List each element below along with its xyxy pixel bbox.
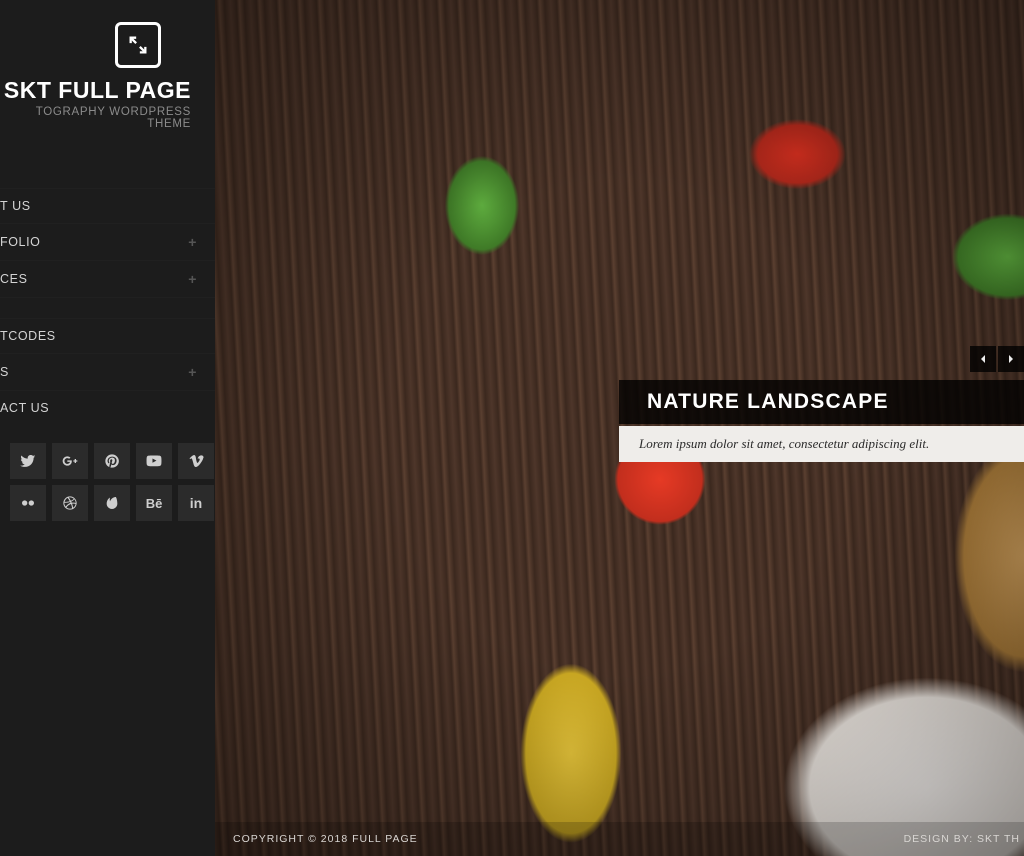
- slide-prev-button[interactable]: [970, 346, 996, 372]
- slide-title: NATURE LANDSCAPE: [619, 380, 1024, 424]
- nav-label: TCODES: [0, 329, 56, 343]
- nav-item-about[interactable]: T US: [0, 188, 215, 223]
- logo-block: SKT FULL PAGE TOGRAPHY WORDPRESS THEME: [0, 0, 215, 148]
- slide-next-button[interactable]: [998, 346, 1024, 372]
- slide-area: NATURE LANDSCAPE Lorem ipsum dolor sit a…: [215, 0, 1024, 856]
- nav-label: T US: [0, 199, 31, 213]
- dribbble-icon[interactable]: [52, 485, 88, 521]
- nav-item-services[interactable]: CES +: [0, 260, 215, 297]
- logo-icon: [115, 22, 161, 68]
- chevron-right-icon: [1006, 354, 1016, 364]
- footer-bar: COPYRIGHT © 2018 FULL PAGE DESIGN BY: SK…: [215, 822, 1024, 856]
- nav-item-shortcodes[interactable]: TCODES: [0, 318, 215, 353]
- site-subtitle: TOGRAPHY WORDPRESS THEME: [0, 106, 191, 130]
- main-nav: T US FOLIO + CES + TCODES S + ACT US: [0, 188, 215, 425]
- expand-icon: +: [188, 271, 197, 287]
- expand-icon: +: [188, 364, 197, 380]
- nav-label: CES: [0, 272, 28, 286]
- linkedin-icon[interactable]: in: [178, 485, 214, 521]
- nav-label: S: [0, 365, 9, 379]
- nav-label: ACT US: [0, 401, 49, 415]
- slide-subtitle: Lorem ipsum dolor sit amet, consectetur …: [619, 426, 1024, 462]
- vimeo-icon[interactable]: [178, 443, 214, 479]
- slide-caption: NATURE LANDSCAPE Lorem ipsum dolor sit a…: [619, 380, 1024, 462]
- google-plus-icon[interactable]: [52, 443, 88, 479]
- slide-nav: [970, 346, 1024, 372]
- sidebar: SKT FULL PAGE TOGRAPHY WORDPRESS THEME T…: [0, 0, 215, 856]
- pinterest-icon[interactable]: [94, 443, 130, 479]
- nav-item-portfolio[interactable]: FOLIO +: [0, 223, 215, 260]
- youtube-icon[interactable]: [136, 443, 172, 479]
- nav-item-blank[interactable]: [0, 297, 215, 318]
- nav-item-contact[interactable]: ACT US: [0, 390, 215, 425]
- footer-design: DESIGN BY: SKT TH: [904, 833, 1020, 845]
- expand-icon: +: [188, 234, 197, 250]
- twitter-icon[interactable]: [10, 443, 46, 479]
- chevron-left-icon: [978, 354, 988, 364]
- footer-copyright: COPYRIGHT © 2018 FULL PAGE: [233, 833, 418, 845]
- social-grid: Bē in: [0, 425, 215, 521]
- envato-icon[interactable]: [94, 485, 130, 521]
- behance-icon[interactable]: Bē: [136, 485, 172, 521]
- nav-item-pages[interactable]: S +: [0, 353, 215, 390]
- flickr-icon[interactable]: [10, 485, 46, 521]
- site-title: SKT FULL PAGE: [0, 78, 191, 102]
- nav-label: FOLIO: [0, 235, 41, 249]
